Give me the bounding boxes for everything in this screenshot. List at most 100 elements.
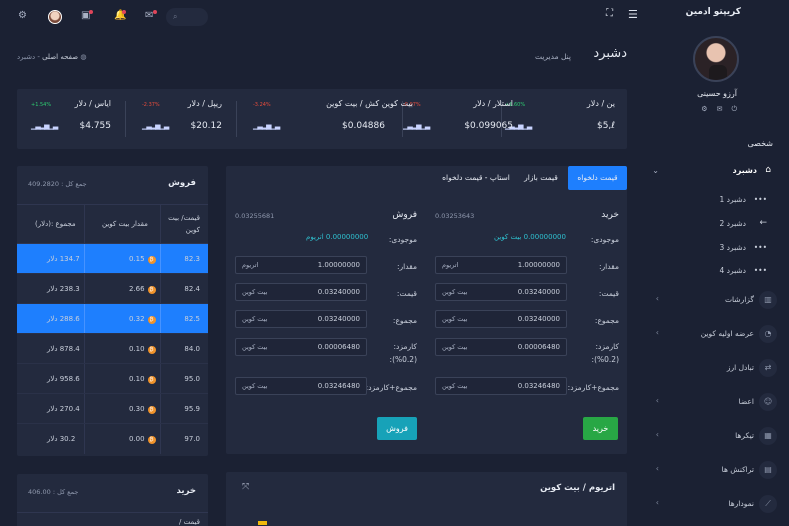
sidebar-item-label: تبادل ارز xyxy=(726,363,754,372)
cell-amount: 0.10 ₿ xyxy=(129,375,156,384)
sell-fee-input[interactable]: 0.00006480 بیت کوین xyxy=(235,338,367,356)
table-row[interactable]: 84.0 0.10 ₿ 878.4 دلار xyxy=(17,334,208,364)
ticker-item[interactable]: استلار / دلار -0.97% $0.099065 ▁▃▂▅▁▃ xyxy=(403,89,513,149)
sidebar-subitem-dashboard-2[interactable]: دشبرد 2 xyxy=(719,219,746,228)
search-input[interactable]: ⌕ xyxy=(166,8,208,26)
bitcoin-icon: ₿ xyxy=(147,436,156,444)
sidebar-item-transactions[interactable]: ▤ تراکنش ها ‹ xyxy=(644,461,789,481)
divider xyxy=(160,394,161,423)
input-value: 0.03240000 xyxy=(317,288,360,296)
sidebar-item-label: اعضا xyxy=(738,397,754,406)
ticker-price: $0.04886 xyxy=(342,121,385,131)
table-row[interactable]: 95.0 0.10 ₿ 958.6 دلار xyxy=(17,364,208,394)
table-row[interactable]: 82.3 0.15 ₿ 134.7 دلار xyxy=(17,244,208,274)
sidebar-item-exchange[interactable]: ⇄ تبادل ارز xyxy=(644,359,789,379)
sell-price-input[interactable]: 0.03240000 بیت کوین xyxy=(235,283,367,301)
column-header-amount[interactable]: مقدار بیت کوین xyxy=(102,220,148,228)
table-row[interactable]: 82.5 0.32 ₿ 288.6 دلار xyxy=(17,304,208,334)
cell-total: 30.2 دلار xyxy=(47,435,76,443)
ticker-item[interactable]: بیت کوین کش / بیت کوین -3.24% $0.04886 ▁… xyxy=(253,89,413,149)
sparkline-icon: ▁▃▂▅▁▃ xyxy=(31,122,58,130)
cell-price: 82.3 xyxy=(184,255,200,263)
buy-amount-input[interactable]: 1.00000000 اتریوم xyxy=(435,256,567,274)
expand-icon[interactable]: ⤧ xyxy=(242,482,249,492)
sidebar-item-reports[interactable]: ▥ گزارشات ‹ xyxy=(644,291,789,311)
buy-total-input[interactable]: 0.03240000 بیت کوین xyxy=(435,310,567,328)
power-icon[interactable]: ⏻ xyxy=(731,105,737,114)
sidebar-item-ico[interactable]: ◔ عرضه اولیه کوین ‹ xyxy=(644,325,789,345)
fullscreen-icon[interactable]: ⛶ xyxy=(606,8,613,19)
input-value: 0.00006480 xyxy=(317,343,360,351)
tab-stop-limit[interactable]: استاپ - قیمت دلخواه xyxy=(436,166,516,190)
tab-limit[interactable]: قیمت دلخواه xyxy=(568,166,627,190)
table-row[interactable]: 95.9 0.30 ₿ 270.4 دلار xyxy=(17,394,208,424)
chevron-left-icon: ‹ xyxy=(655,430,659,439)
ticker-item[interactable]: ین / دلار +1.60% $5,ℓ ▁▃▂▅▁▃ xyxy=(505,89,615,149)
ticker-pair: ریپل / دلار xyxy=(187,99,222,108)
sidebar-item-dashboard[interactable]: دشبرد xyxy=(733,166,757,175)
table-row[interactable]: 82.4 2.66 ₿ 238.3 دلار xyxy=(17,274,208,304)
arrow-left-icon: ← xyxy=(759,218,767,228)
settings-icon[interactable]: ⚙ xyxy=(701,105,707,114)
buy-price-input[interactable]: 0.03240000 بیت کوین xyxy=(435,283,567,301)
ticker-item[interactable]: ایاس / دلار +1.54% $4.755 ▁▃▂▅▁▃ xyxy=(31,89,111,149)
sidebar: کریپتو ادمین آرزو حسینی ⚙ ✉ ⏻ شخصی ⌂ دشب… xyxy=(644,0,789,526)
column-header-price[interactable]: قیمت / xyxy=(179,518,200,526)
divider xyxy=(160,274,161,303)
gear-icon[interactable]: ⚙ xyxy=(18,10,27,21)
tab-market[interactable]: قیمت بازار xyxy=(516,166,566,190)
column-header-total[interactable]: مجموع :(دلار) xyxy=(35,220,76,228)
brand-name[interactable]: کریپتو ادمین xyxy=(686,7,741,17)
members-icon: ☺ xyxy=(759,393,777,411)
sidebar-item-graphs[interactable]: ⟋ نمودارها ‹ xyxy=(644,495,789,515)
chevron-left-icon: ‹ xyxy=(655,396,659,405)
bitcoin-icon: ₿ xyxy=(147,316,156,324)
sidebar-subitem-dashboard-4[interactable]: دشبرد 4 xyxy=(719,266,746,275)
divider xyxy=(17,512,208,513)
cell-price: 82.5 xyxy=(184,315,200,323)
table-row[interactable]: 97.0 0.00 ₿ 30.2 دلار xyxy=(17,424,208,454)
user-avatar[interactable] xyxy=(693,36,739,82)
cell-price: 95.0 xyxy=(184,375,200,383)
ticker-price: $0.099065 xyxy=(464,121,513,131)
field-label: قیمت: xyxy=(396,289,417,298)
buy-button[interactable]: خرید xyxy=(583,417,618,440)
sidebar-item-tickers[interactable]: ▦ تیکرها ‹ xyxy=(644,427,789,447)
amount-value: 0.30 xyxy=(129,405,145,413)
cell-amount: 0.30 ₿ xyxy=(129,405,156,414)
menu-toggle-icon[interactable]: ☰ xyxy=(628,8,638,21)
bitcoin-icon: ₿ xyxy=(147,346,156,354)
sell-button[interactable]: فروش xyxy=(377,417,417,440)
ticker-pair: استلار / دلار xyxy=(473,99,513,108)
input-unit: بیت کوین xyxy=(442,288,468,296)
sell-total-input[interactable]: 0.03240000 بیت کوین xyxy=(235,310,367,328)
field-label-sub: (%0.2): xyxy=(389,355,417,364)
field-label: مجموع+کارمزد: xyxy=(567,383,619,392)
chevron-left-icon: ‹ xyxy=(655,294,659,303)
sell-amount-input[interactable]: 1.00000000 اتریوم xyxy=(235,256,367,274)
divider xyxy=(84,424,85,454)
notification-dot xyxy=(122,10,126,14)
breadcrumb-home[interactable]: صفحه اصلی xyxy=(42,53,78,61)
chevron-left-icon: ‹ xyxy=(655,328,659,337)
buy-fee-input[interactable]: 0.00006480 بیت کوین xyxy=(435,338,567,356)
mail-icon[interactable]: ✉ xyxy=(717,105,723,114)
home-icon: ◍ xyxy=(80,53,87,61)
divider xyxy=(84,244,85,273)
sidebar-subitem-dashboard-1[interactable]: دشبرد 1 xyxy=(719,195,746,204)
sidebar-subitem-dashboard-3[interactable]: دشبرد 3 xyxy=(719,243,746,252)
breadcrumb-current: دشبرد xyxy=(17,53,36,61)
column-header-price[interactable]: قیمت/ بیت کوین xyxy=(166,212,200,236)
cell-total: 238.3 دلار xyxy=(47,285,80,293)
chart-marker xyxy=(258,521,267,525)
amount-value: 2.66 xyxy=(129,285,145,293)
buy-total-fee-input[interactable]: 0.03246480 بیت کوین xyxy=(435,377,567,395)
transactions-icon: ▤ xyxy=(759,461,777,479)
sell-total-fee-input[interactable]: 0.03246480 بیت کوین xyxy=(235,377,367,395)
ticker-item[interactable]: ریپل / دلار -2.37% $20.12 ▁▃▂▅▁▃ xyxy=(142,89,222,149)
avatar[interactable] xyxy=(48,10,62,24)
sidebar-item-members[interactable]: ☺ اعضا ‹ xyxy=(644,393,789,413)
chevron-down-icon[interactable]: ⌄ xyxy=(652,166,659,175)
ticker-price: $4.755 xyxy=(79,121,112,131)
card-title: فروش xyxy=(168,178,196,188)
